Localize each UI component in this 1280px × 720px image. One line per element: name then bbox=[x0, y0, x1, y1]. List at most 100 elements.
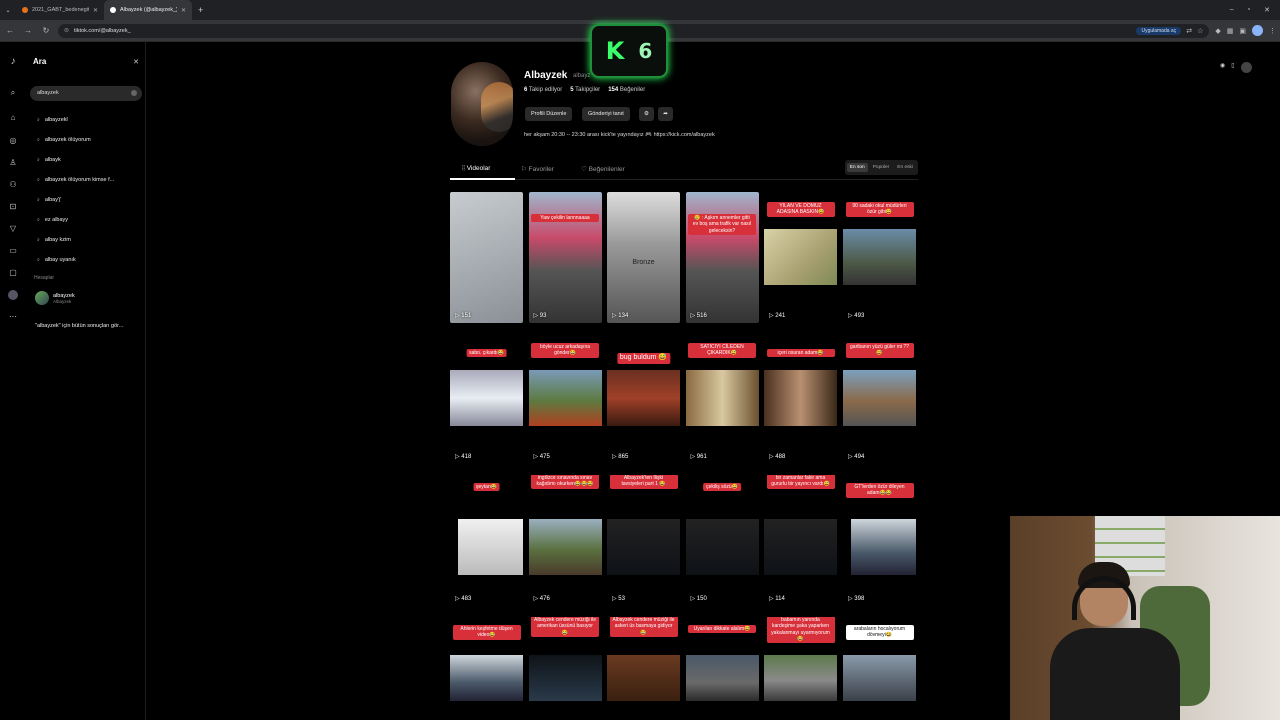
upload-icon[interactable]: ⊡ bbox=[8, 202, 18, 212]
video-card[interactable]: böyle ucuz arkadaşına gönder😂 ▷ 475 bbox=[528, 333, 602, 464]
following-icon[interactable]: ♙ bbox=[8, 158, 18, 168]
video-card[interactable]: Albayzek'ten İlişki tavsiyeleri part 1 😂… bbox=[607, 475, 680, 606]
activity-icon[interactable]: ▢ bbox=[8, 268, 18, 278]
bookmark-star-icon[interactable]: ☆ bbox=[1197, 27, 1203, 35]
video-view-count: ▷ 151 bbox=[455, 313, 472, 319]
open-in-app-button[interactable]: Uygulamada aç bbox=[1136, 26, 1182, 35]
site-info-icon[interactable]: ⊜ bbox=[64, 27, 69, 34]
suggestion-text: albayzek ölüyorum bbox=[44, 137, 91, 143]
video-card[interactable]: 90 sadaki okul müdürleri özür gibi😅 ▷ 493 bbox=[843, 192, 916, 323]
messages-icon[interactable]: ▭ bbox=[8, 246, 18, 256]
browser-tab-tiktok[interactable]: Albayzek (@albayzek_) | TikTok ✕ bbox=[104, 0, 192, 20]
video-card[interactable]: Ahlerin keşfetme düşen video😂 bbox=[450, 617, 523, 720]
suggestion-text: albay'j' bbox=[44, 197, 62, 203]
sort-popular[interactable]: Popüler bbox=[870, 163, 893, 172]
tab-videos[interactable]: ⦙⦙ Videolar bbox=[462, 165, 490, 173]
forward-icon[interactable]: → bbox=[22, 26, 34, 35]
sort-oldest[interactable]: En eski bbox=[894, 163, 916, 172]
share-icon[interactable]: ➦ bbox=[658, 107, 673, 121]
search-input[interactable]: albayzek bbox=[30, 86, 142, 101]
search-suggestion[interactable]: ⌕ albayzekl bbox=[37, 117, 68, 123]
tab-liked[interactable]: ♡ Beğenilenler bbox=[581, 165, 625, 173]
sidepanel-icon[interactable]: ▣ bbox=[1239, 27, 1246, 35]
live-icon[interactable]: ▽ bbox=[8, 224, 18, 234]
video-card[interactable]: içeri osuran adam😂 ▷ 488 bbox=[764, 333, 837, 464]
coins-icon[interactable]: ◉ bbox=[1220, 62, 1225, 74]
search-icon[interactable]: ⌕ bbox=[8, 88, 18, 98]
video-thumbnail bbox=[843, 229, 916, 285]
tab-search-icon[interactable]: ⌄ bbox=[0, 7, 16, 14]
search-suggestion[interactable]: ⌕ albay kzim bbox=[37, 237, 71, 243]
video-card[interactable]: arabaların hocalıyorum dövmeyi😂 bbox=[843, 617, 916, 720]
video-card[interactable]: bug buldum 😅 ▷ 865 bbox=[607, 333, 680, 464]
video-card[interactable]: Albayzek cendere müziği ile amerikan üss… bbox=[528, 617, 602, 720]
close-tab-icon[interactable]: ✕ bbox=[93, 7, 98, 14]
more-icon[interactable]: ⋯ bbox=[8, 312, 18, 322]
video-view-count: ▷ 93 bbox=[533, 313, 547, 319]
video-card[interactable]: babamın yanında kardeşime şaka yaparken … bbox=[764, 617, 837, 720]
video-card[interactable]: şeytan😂 ▷ 483 bbox=[450, 475, 523, 606]
video-card[interactable]: garibanın yüzü güler mi ??😅 ▷ 494 bbox=[843, 333, 916, 464]
browser-profile-avatar[interactable] bbox=[1252, 25, 1263, 36]
video-card[interactable]: YILAN VE DOMUZ ADASINA BASKIN😅 ▷ 241 bbox=[764, 192, 837, 323]
account-result[interactable]: albayzek Albayzek bbox=[35, 291, 75, 305]
video-view-count: ▷ 150 bbox=[690, 596, 707, 602]
tiktok-logo-icon[interactable]: ♪ bbox=[8, 57, 18, 67]
search-suggestion[interactable]: ⌕ albayk bbox=[37, 157, 61, 163]
video-card[interactable]: ▷ 151 bbox=[450, 192, 523, 323]
video-card[interactable]: Albayzek cendere müziği ile askeri üs ba… bbox=[607, 617, 680, 720]
settings-gear-icon[interactable]: ⚙ bbox=[639, 107, 654, 121]
video-thumbnail bbox=[843, 370, 916, 426]
promote-post-button[interactable]: Gönderiyi tanıt bbox=[582, 107, 630, 121]
search-suggestion[interactable]: ⌕ albay'j' bbox=[37, 197, 61, 203]
video-card[interactable]: 😢 : Aşkım annemler gitti ev boş ama traf… bbox=[685, 192, 759, 323]
reload-icon[interactable]: ↻ bbox=[40, 26, 52, 35]
followers-label: Takipçiler bbox=[575, 87, 601, 93]
see-all-results-link[interactable]: "albayzek" için bütün sonuçları gör... bbox=[35, 323, 123, 329]
user-avatar-icon[interactable] bbox=[1240, 62, 1252, 73]
edit-profile-button[interactable]: Profili Düzenle bbox=[525, 107, 573, 121]
sort-latest[interactable]: En son bbox=[846, 163, 868, 172]
explore-icon[interactable]: ◎ bbox=[8, 136, 18, 146]
video-card[interactable]: Uyarılan dikkate alalım😅 bbox=[685, 617, 759, 720]
following-stat[interactable]: 6 Takip edilyor bbox=[524, 87, 562, 93]
search-suggestion[interactable]: ⌕ albayzek ölüyorum kimse f... bbox=[37, 177, 114, 183]
inbox-icon[interactable]: ▯ bbox=[1231, 62, 1234, 74]
video-card[interactable]: Yaw çekilin lannnaaaa ▷ 93 bbox=[528, 192, 602, 323]
video-card[interactable]: SATICIYI CİLEDEN ÇIKARDIK😅 ▷ 961 bbox=[685, 333, 759, 464]
clear-search-icon[interactable] bbox=[131, 90, 137, 96]
friends-icon[interactable]: ⚇ bbox=[8, 180, 18, 190]
tab-videos-label: Videolar bbox=[466, 165, 491, 172]
video-card[interactable]: bir zamanlar fakir ama gururlu bir yayın… bbox=[764, 475, 837, 606]
video-card[interactable]: çekiliş sözü😅 ▷ 150 bbox=[685, 475, 759, 606]
browser-tab-pdf[interactable]: 2021_GABT_bedenegitim.pdf ✕ bbox=[16, 0, 104, 20]
close-window-icon[interactable]: ✕ bbox=[1264, 6, 1270, 14]
video-caption: Albayzek cendere müziği ile amerikan üss… bbox=[531, 617, 599, 637]
video-thumbnail bbox=[528, 519, 602, 575]
search-icon: ⌕ bbox=[37, 157, 40, 163]
avatar-tiger-graphic bbox=[481, 82, 513, 132]
search-suggestion[interactable]: ⌕ ez albayy bbox=[37, 217, 68, 223]
profile-avatar-icon[interactable] bbox=[8, 290, 18, 300]
video-card[interactable]: Bronze ▷ 134 bbox=[607, 192, 680, 323]
followers-stat[interactable]: 5 Takipçiler bbox=[570, 87, 600, 93]
search-suggestion[interactable]: ⌕ albayzek ölüyorum bbox=[37, 137, 91, 143]
minimize-icon[interactable]: – bbox=[1230, 6, 1234, 14]
back-icon[interactable]: ← bbox=[4, 26, 16, 35]
translate-icon[interactable]: ⇄ bbox=[1186, 27, 1192, 35]
video-card[interactable]: ingilizce sınavında sınav kağıdımı okurk… bbox=[528, 475, 602, 606]
search-suggestion[interactable]: ⌕ albay uyanık bbox=[37, 257, 76, 263]
video-thumbnail bbox=[851, 519, 916, 575]
close-tab-icon[interactable]: ✕ bbox=[181, 7, 186, 14]
video-card[interactable]: GT'lerden özür dileyen adam😂😂 ▷ 398 bbox=[843, 475, 916, 606]
tab-favorites[interactable]: ⚐ Favoriler bbox=[521, 165, 554, 173]
video-card[interactable]: sabo. çıkardı😂 ▷ 418 bbox=[450, 333, 523, 464]
extension-icon[interactable]: ◆ bbox=[1215, 27, 1220, 35]
maximize-icon[interactable]: ▫ bbox=[1248, 6, 1250, 14]
new-tab-button[interactable]: + bbox=[192, 5, 209, 15]
close-icon[interactable]: ✕ bbox=[133, 58, 139, 66]
extensions-puzzle-icon[interactable]: ▦ bbox=[1227, 27, 1234, 35]
browser-menu-icon[interactable]: ⋮ bbox=[1269, 27, 1276, 35]
accounts-header: Hesaplar bbox=[34, 275, 55, 281]
home-icon[interactable]: ⌂ bbox=[8, 113, 18, 123]
